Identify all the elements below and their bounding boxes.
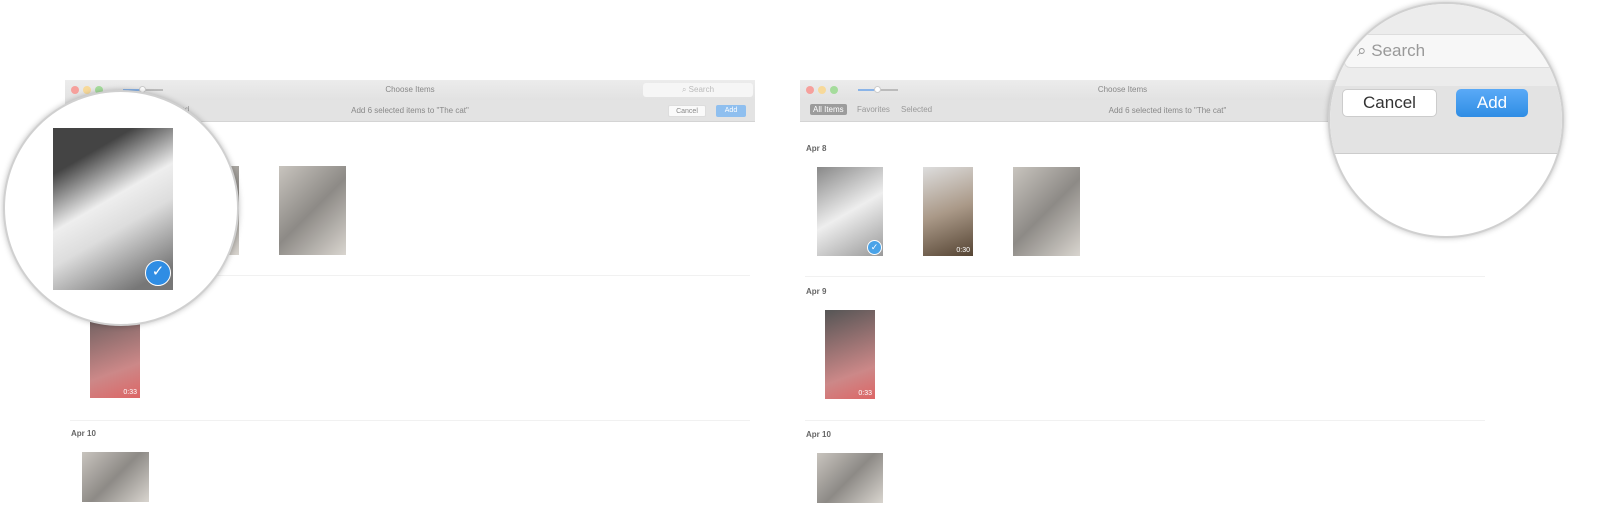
search-input-zoomed[interactable]: ⌕ Search	[1344, 34, 1554, 68]
search-icon: ⌕	[1357, 41, 1367, 60]
add-button-zoomed[interactable]: Add	[1456, 89, 1528, 117]
photo-thumbnail[interactable]	[1013, 167, 1080, 256]
photo-thumbnail[interactable]: ✓	[817, 167, 883, 256]
title-bar: Choose Items ⌕ Search	[65, 80, 755, 100]
photo-thumbnail[interactable]	[279, 166, 346, 255]
magnifier-selected-photo: ✓	[3, 90, 239, 326]
video-thumbnail[interactable]: 0:30	[923, 167, 973, 256]
video-thumbnail[interactable]: 0:33	[825, 310, 875, 399]
section-date: Apr 10	[71, 429, 96, 438]
search-input[interactable]: ⌕ Search	[643, 83, 753, 97]
divider	[805, 420, 1485, 421]
divider	[805, 276, 1485, 277]
add-button[interactable]: Add	[716, 105, 746, 117]
checkmark-icon: ✓	[145, 260, 171, 286]
cancel-button-zoomed[interactable]: Cancel	[1342, 89, 1437, 117]
cancel-button[interactable]: Cancel	[668, 105, 706, 117]
divider	[70, 420, 750, 421]
section-date: Apr 10	[806, 430, 831, 439]
photo-thumbnail[interactable]	[82, 452, 149, 502]
checkmark-icon: ✓	[867, 240, 882, 255]
section-date: Apr 9	[806, 287, 827, 296]
zoomed-titlebar: ⌕ Search	[1330, 4, 1562, 86]
photo-thumbnail[interactable]	[817, 453, 883, 503]
magnifier-toolbar-buttons: ⌕ Search Cancel Add	[1328, 2, 1564, 238]
zoomed-toolbar: Cancel Add	[1330, 86, 1562, 154]
section-date: Apr 8	[806, 144, 827, 153]
